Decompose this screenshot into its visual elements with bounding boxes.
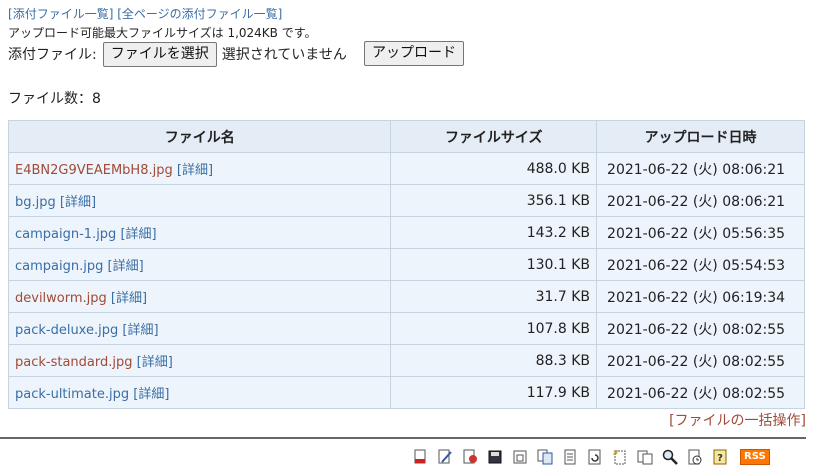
header-file-name: ファイル名 <box>7 120 392 153</box>
rss-button[interactable]: RSS <box>740 449 770 465</box>
divider <box>0 437 806 439</box>
file-name-cell: pack-standard.jpg [詳細] <box>7 344 392 377</box>
detail-link[interactable]: [詳細] <box>120 227 156 242</box>
file-size-cell: 130.1 KB <box>390 248 598 281</box>
file-name-cell: pack-deluxe.jpg [詳細] <box>7 312 392 345</box>
file-size-cell: 356.1 KB <box>390 184 598 217</box>
detail-link[interactable]: [詳細] <box>108 259 144 274</box>
file-name-cell: bg.jpg [詳細] <box>7 184 392 217</box>
file-size-cell: 488.0 KB <box>390 152 598 185</box>
file-link[interactable]: campaign.jpg <box>15 259 103 274</box>
table-row: devilworm.jpg [詳細] 31.7 KB 2021-06-22 (火… <box>7 280 805 313</box>
attach-icon[interactable] <box>512 449 528 465</box>
table-header-row: ファイル名 ファイルサイズ アップロード日時 <box>7 120 805 153</box>
svg-text:?: ? <box>717 453 723 464</box>
file-link[interactable]: bg.jpg <box>15 195 56 210</box>
list-icon[interactable] <box>637 449 653 465</box>
table-row: pack-deluxe.jpg [詳細] 107.8 KB 2021-06-22… <box>7 312 805 345</box>
reload-icon[interactable] <box>587 449 603 465</box>
top-icon[interactable] <box>412 449 428 465</box>
bracket-close: ] <box>800 413 806 429</box>
file-size-cell: 88.3 KB <box>390 344 598 377</box>
file-link[interactable]: devilworm.jpg <box>15 291 107 306</box>
table-row: campaign-1.jpg [詳細] 143.2 KB 2021-06-22 … <box>7 216 805 249</box>
top-links: [添付ファイル一覧] [全ページの添付ファイル一覧] <box>8 5 282 22</box>
upload-date-cell: 2021-06-22 (火) 08:06:21 <box>596 152 805 185</box>
backup-icon[interactable] <box>487 449 503 465</box>
attachment-list-link[interactable]: 添付ファイル一覧 <box>13 7 109 21</box>
detail-link[interactable]: [詳細] <box>137 355 173 370</box>
edit-icon[interactable] <box>437 449 453 465</box>
table-row: bg.jpg [詳細] 356.1 KB 2021-06-22 (火) 08:0… <box>7 184 805 217</box>
header-file-size: ファイルサイズ <box>390 120 598 153</box>
bulk-operation-link[interactable]: ファイルの一括操作 <box>675 413 801 429</box>
file-link[interactable]: pack-ultimate.jpg <box>15 387 129 402</box>
copy-icon[interactable] <box>537 449 553 465</box>
detail-link[interactable]: [詳細] <box>177 163 213 178</box>
bulk-operation: [ファイルの一括操作] <box>669 410 806 430</box>
file-size-cell: 31.7 KB <box>390 280 598 313</box>
diff-icon[interactable] <box>462 449 478 465</box>
upload-row: 添付ファイル: ファイルを選択 選択されていません <box>8 41 347 67</box>
no-file-selected-text: 選択されていません <box>221 47 347 63</box>
upload-date-cell: 2021-06-22 (火) 08:02:55 <box>596 312 805 345</box>
bracket-sep: ] [ <box>108 7 122 21</box>
upload-date-cell: 2021-06-22 (火) 08:02:55 <box>596 376 805 409</box>
table-row: pack-ultimate.jpg [詳細] 117.9 KB 2021-06-… <box>7 376 805 409</box>
upload-button[interactable]: アップロード <box>364 41 464 66</box>
upload-date-cell: 2021-06-22 (火) 05:56:35 <box>596 216 805 249</box>
file-size-cell: 143.2 KB <box>390 216 598 249</box>
max-upload-size-text: アップロード可能最大ファイルサイズは 1,024KB です。 <box>8 26 317 40</box>
recent-icon[interactable] <box>687 449 703 465</box>
file-name-cell: devilworm.jpg [詳細] <box>7 280 392 313</box>
detail-link[interactable]: [詳細] <box>133 387 169 402</box>
rename-icon[interactable] <box>562 449 578 465</box>
search-icon[interactable] <box>662 449 678 465</box>
attachment-table: ファイル名 ファイルサイズ アップロード日時 E4BN2G9VEAEMbH8.j… <box>7 120 805 409</box>
all-pages-attachment-list-link[interactable]: 全ページの添付ファイル一覧 <box>122 7 278 21</box>
detail-link[interactable]: [詳細] <box>122 323 158 338</box>
page-toolbar: ? RSS <box>412 447 770 467</box>
file-link[interactable]: pack-deluxe.jpg <box>15 323 118 338</box>
upload-date-cell: 2021-06-22 (火) 08:02:55 <box>596 344 805 377</box>
upload-date-cell: 2021-06-22 (火) 06:19:34 <box>596 280 805 313</box>
file-size-cell: 107.8 KB <box>390 312 598 345</box>
table-row: pack-standard.jpg [詳細] 88.3 KB 2021-06-2… <box>7 344 805 377</box>
upload-date-cell: 2021-06-22 (火) 05:54:53 <box>596 248 805 281</box>
header-upload-date: アップロード日時 <box>596 120 805 153</box>
file-count: ファイル数：8 <box>8 91 101 107</box>
file-link[interactable]: pack-standard.jpg <box>15 355 133 370</box>
attachment-file-label: 添付ファイル: <box>8 47 97 63</box>
table-row: E4BN2G9VEAEMbH8.jpg [詳細] 488.0 KB 2021-0… <box>7 152 805 185</box>
file-link[interactable]: E4BN2G9VEAEMbH8.jpg <box>15 163 173 178</box>
choose-file-button[interactable]: ファイルを選択 <box>102 41 217 67</box>
file-name-cell: campaign-1.jpg [詳細] <box>7 216 392 249</box>
table-row: campaign.jpg [詳細] 130.1 KB 2021-06-22 (火… <box>7 248 805 281</box>
detail-link[interactable]: [詳細] <box>111 291 147 306</box>
file-name-cell: campaign.jpg [詳細] <box>7 248 392 281</box>
bracket-close: ] <box>277 7 283 21</box>
file-name-cell: pack-ultimate.jpg [詳細] <box>7 376 392 409</box>
detail-link[interactable]: [詳細] <box>60 195 96 210</box>
new-icon[interactable] <box>612 449 628 465</box>
help-icon[interactable]: ? <box>712 449 728 465</box>
file-name-cell: E4BN2G9VEAEMbH8.jpg [詳細] <box>7 152 392 185</box>
upload-date-cell: 2021-06-22 (火) 08:06:21 <box>596 184 805 217</box>
file-link[interactable]: campaign-1.jpg <box>15 227 116 242</box>
file-size-cell: 117.9 KB <box>390 376 598 409</box>
